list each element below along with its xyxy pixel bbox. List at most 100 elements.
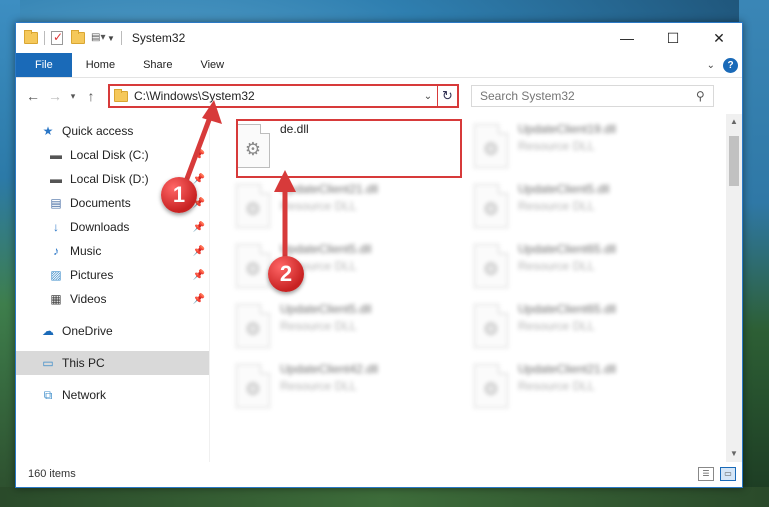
- ribbon-tabs: File Home Share View ⌄ ?: [16, 53, 742, 78]
- file-item[interactable]: ⚙ UpdateClient21.dll Resource DLL: [232, 180, 462, 236]
- scroll-up-arrow-icon[interactable]: ▲: [726, 114, 742, 130]
- minimize-button[interactable]: —: [604, 23, 650, 53]
- pc-icon: ▭: [42, 356, 54, 370]
- address-bar[interactable]: C:\Windows\System32 ⌄ ↻: [108, 84, 459, 108]
- dll-file-icon: ⚙: [474, 364, 508, 408]
- sidebar-item-music[interactable]: ♪ Music 📌: [16, 239, 209, 263]
- sidebar-item-this-pc[interactable]: ▭ This PC: [16, 351, 209, 375]
- sidebar-item-label: Music: [70, 244, 102, 258]
- window-controls: — ☐ ✕: [604, 23, 742, 53]
- file-name: UpdateClient21.dll: [518, 362, 617, 376]
- tab-home[interactable]: Home: [72, 53, 129, 77]
- sidebar-item-downloads[interactable]: ↓ Downloads 📌: [16, 215, 209, 239]
- file-explorer-window: ▤▾ ▼ System32 — ☐ ✕ File Home Share View…: [15, 22, 743, 488]
- pin-icon[interactable]: 📌: [193, 222, 205, 233]
- file-name: UpdateClient5.dll: [280, 242, 372, 256]
- video-icon: ▦: [50, 292, 62, 306]
- file-type: Resource DLL: [518, 259, 595, 273]
- gear-icon: ⚙: [482, 258, 500, 279]
- scroll-down-arrow-icon[interactable]: ▼: [726, 446, 742, 462]
- tab-share[interactable]: Share: [129, 53, 186, 77]
- file-item[interactable]: ⚙ UpdateClient5.dll Resource DLL: [232, 300, 462, 356]
- sidebar-item-label: Quick access: [62, 124, 134, 138]
- gear-icon: ⚙: [482, 318, 500, 339]
- quick-access-dropdown-icon[interactable]: ▼: [107, 34, 115, 43]
- gear-icon: ⚙: [244, 318, 262, 339]
- customize-toolbar-icon[interactable]: ▤▾: [91, 32, 105, 44]
- large-icons-view-icon[interactable]: ▭: [720, 467, 736, 481]
- gear-icon: ⚙: [482, 198, 500, 219]
- file-item[interactable]: ⚙ UpdateClient5.dll Resource DLL: [232, 240, 462, 296]
- gear-icon: ⚙: [482, 378, 500, 399]
- address-dropdown-chevron-icon[interactable]: ⌄: [419, 91, 437, 102]
- file-item[interactable]: ⚙ UpdateClient65.dll Resource DLL: [470, 300, 700, 356]
- navigation-pane: ★ Quick access ▬ Local Disk (C:) 📌 ▬ Loc…: [16, 114, 210, 462]
- annotation-marker-2: 2: [268, 256, 304, 292]
- file-item[interactable]: ⚙ UpdateClient42.dll Resource DLL: [232, 360, 462, 416]
- pin-icon[interactable]: 📌: [193, 150, 205, 161]
- item-count: 160 items: [28, 468, 76, 480]
- pin-icon[interactable]: 📌: [193, 246, 205, 257]
- search-box[interactable]: ⚲: [471, 85, 714, 107]
- recent-locations-chevron-icon[interactable]: ▾: [66, 91, 80, 102]
- vertical-scrollbar[interactable]: ▲ ▼: [726, 114, 742, 462]
- file-item[interactable]: ⚙ UpdateClient19.dll Resource DLL: [470, 120, 700, 176]
- refresh-icon[interactable]: ↻: [437, 86, 457, 106]
- dll-file-icon: ⚙: [236, 364, 270, 408]
- maximize-button[interactable]: ☐: [650, 23, 696, 53]
- pin-icon[interactable]: 📌: [193, 174, 205, 185]
- file-item[interactable]: ⚙ UpdateClient21.dll Resource DLL: [470, 360, 700, 416]
- toolbar-separator: [44, 31, 45, 45]
- scrollbar-thumb[interactable]: [729, 136, 739, 186]
- up-arrow-icon[interactable]: ↑: [80, 88, 102, 104]
- help-icon[interactable]: ?: [723, 57, 738, 73]
- sidebar-item-label: Downloads: [70, 220, 130, 234]
- sidebar-item-network[interactable]: ⧉ Network: [16, 383, 209, 407]
- file-item[interactable]: ⚙ UpdateClient5.dll Resource DLL: [470, 180, 700, 236]
- file-name: UpdateClient42.dll: [280, 362, 379, 376]
- gear-icon: ⚙: [244, 258, 262, 279]
- desktop-background-right: [739, 0, 769, 507]
- pictures-icon: ▨: [50, 268, 62, 282]
- search-icon[interactable]: ⚲: [696, 89, 705, 103]
- dll-file-icon: ⚙: [236, 244, 270, 288]
- toolbar-separator: [120, 31, 122, 45]
- file-type: Resource DLL: [518, 319, 595, 333]
- close-button[interactable]: ✕: [696, 23, 742, 53]
- expand-ribbon-chevron-icon[interactable]: ⌄: [707, 60, 715, 71]
- file-type: Resource DLL: [518, 199, 595, 213]
- sidebar-item-quick-access[interactable]: ★ Quick access: [16, 119, 209, 143]
- folder-icon: [114, 88, 128, 102]
- new-folder-icon[interactable]: [71, 30, 85, 44]
- sidebar-item-pictures[interactable]: ▨ Pictures 📌: [16, 263, 209, 287]
- sidebar-item-label: Local Disk (D:): [70, 172, 149, 186]
- sidebar-item-local-disk-c[interactable]: ▬ Local Disk (C:) 📌: [16, 143, 209, 167]
- star-icon: ★: [42, 124, 54, 138]
- file-name: UpdateClient19.dll: [518, 122, 617, 136]
- tab-view[interactable]: View: [186, 53, 238, 77]
- file-name: UpdateClient65.dll: [518, 302, 617, 316]
- title-bar: ▤▾ ▼ System32 — ☐ ✕: [16, 23, 742, 53]
- pin-icon[interactable]: 📌: [193, 270, 205, 281]
- pin-icon[interactable]: 📌: [193, 294, 205, 305]
- file-item[interactable]: ⚙ UpdateClient65.dll Resource DLL: [470, 240, 700, 296]
- file-name: UpdateClient5.dll: [280, 302, 372, 316]
- back-arrow-icon[interactable]: ←: [22, 88, 44, 104]
- gear-icon: ⚙: [244, 378, 262, 399]
- properties-check-icon[interactable]: [51, 30, 63, 45]
- file-type: Resource DLL: [518, 379, 595, 393]
- sidebar-item-videos[interactable]: ▦ Videos 📌: [16, 287, 209, 311]
- dll-file-icon: ⚙: [474, 244, 508, 288]
- forward-arrow-icon[interactable]: →: [44, 88, 66, 104]
- sidebar-item-label: OneDrive: [62, 324, 113, 338]
- dll-file-icon: ⚙: [474, 124, 508, 168]
- address-path[interactable]: C:\Windows\System32: [134, 89, 419, 103]
- details-view-icon[interactable]: ☰: [698, 467, 714, 481]
- tab-file[interactable]: File: [16, 53, 72, 77]
- file-type: Resource DLL: [280, 199, 357, 213]
- search-input[interactable]: [480, 89, 697, 103]
- sidebar-item-onedrive[interactable]: ☁ OneDrive: [16, 319, 209, 343]
- content-area: ★ Quick access ▬ Local Disk (C:) 📌 ▬ Loc…: [16, 114, 742, 462]
